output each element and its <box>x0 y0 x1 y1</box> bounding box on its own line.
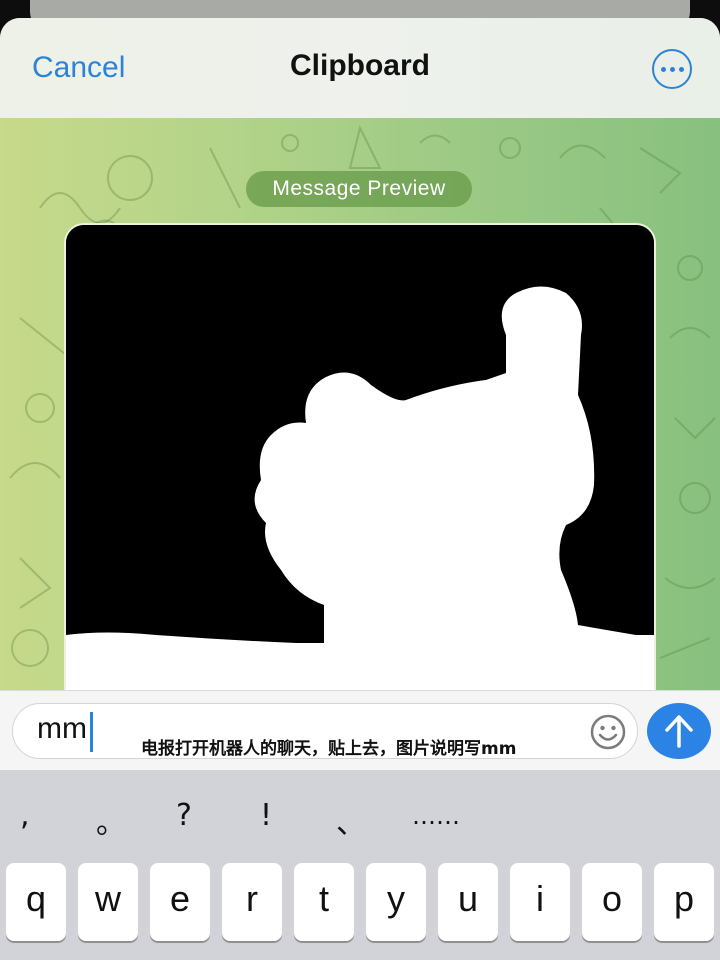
punct-key-ellipsis[interactable]: …… <box>412 802 460 830</box>
key-e[interactable]: e <box>150 863 210 941</box>
punct-key-enum-comma[interactable]: 、 <box>336 798 366 842</box>
composer-bar: mm 电报打开机器人的聊天，贴上去，图片说明写mm <box>0 690 720 770</box>
chat-background: Message Preview <box>0 118 720 690</box>
key-w[interactable]: w <box>78 863 138 941</box>
emoji-icon[interactable] <box>589 713 627 751</box>
send-button[interactable] <box>647 703 711 759</box>
key-q[interactable]: q <box>6 863 66 941</box>
punct-key-question[interactable]: ? <box>176 798 192 833</box>
key-r[interactable]: r <box>222 863 282 941</box>
key-y[interactable]: y <box>366 863 426 941</box>
punct-key-exclaim[interactable]: ! <box>260 798 272 833</box>
key-u[interactable]: u <box>438 863 498 941</box>
key-row-1: q w e r t y u i o p <box>0 863 720 941</box>
key-o[interactable]: o <box>582 863 642 941</box>
page-title: Clipboard <box>290 49 430 82</box>
punct-key-comma[interactable]: , <box>20 798 30 833</box>
send-arrow-icon <box>665 715 693 748</box>
header-bar: Cancel Clipboard <box>0 18 720 118</box>
clipboard-sheet: Cancel Clipboard Message Preview mm 电报打开… <box>0 18 720 960</box>
more-horizontal-icon <box>660 66 666 72</box>
keyboard: , 。 ? ! 、 …… q w e r t y u i o p <box>0 770 720 960</box>
caption-input-value: mm <box>37 712 87 745</box>
image-message-bubble <box>64 223 656 690</box>
instruction-overlay-text: 电报打开机器人的聊天，贴上去，图片说明写mm <box>141 739 517 759</box>
more-options-button[interactable] <box>652 49 692 89</box>
photo-icon <box>66 225 654 690</box>
key-i[interactable]: i <box>510 863 570 941</box>
caption-input[interactable]: mm 电报打开机器人的聊天，贴上去，图片说明写mm <box>12 703 638 759</box>
punctuation-suggestion-row: , 。 ? ! 、 …… <box>0 788 720 848</box>
message-preview-label: Message Preview <box>246 171 472 207</box>
key-t[interactable]: t <box>294 863 354 941</box>
punct-key-period[interactable]: 。 <box>96 798 126 842</box>
text-caret <box>90 712 93 752</box>
key-p[interactable]: p <box>654 863 714 941</box>
